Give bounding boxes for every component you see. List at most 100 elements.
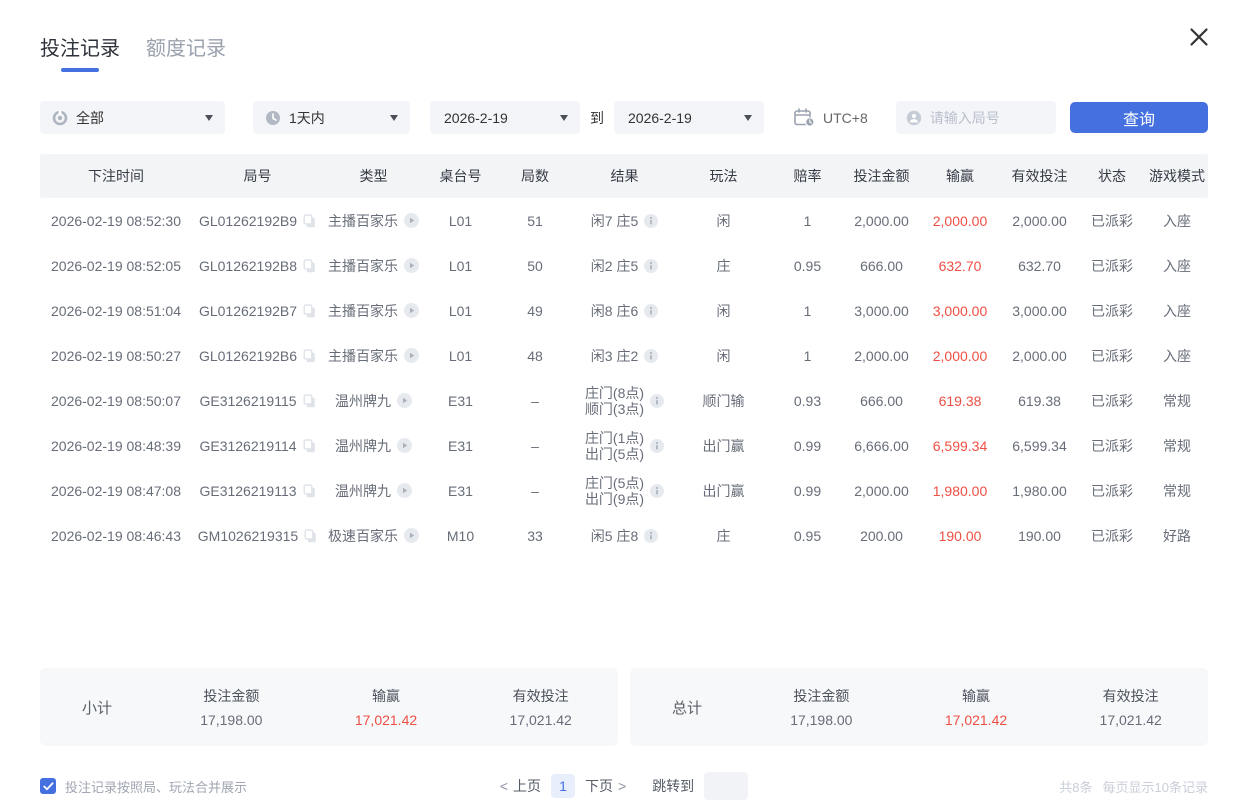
table-row: 2026-02-19 08:50:27GL01262192B6主播百家乐L014… [40, 333, 1208, 378]
play-icon[interactable] [404, 348, 419, 363]
play-icon[interactable] [397, 438, 412, 453]
game-mode: 常规 [1146, 483, 1208, 499]
play-icon[interactable] [404, 258, 419, 273]
info-icon[interactable] [650, 394, 664, 408]
bet-time-value: 2026-02-19 08:46:43 [51, 528, 181, 544]
play-type: 庄 [676, 528, 771, 544]
game-type: 温州牌九 [323, 483, 424, 499]
table-number-value: L01 [449, 258, 472, 274]
round-id-value: GE3126219115 [199, 393, 296, 409]
info-icon[interactable] [644, 259, 658, 273]
game-mode-value: 入座 [1163, 258, 1191, 274]
close-icon[interactable] [1188, 26, 1212, 50]
odds: 1 [771, 303, 844, 319]
next-page-button[interactable]: 下页 > [585, 776, 626, 796]
tab-betting-records[interactable]: 投注记录 [40, 32, 120, 72]
bet-amount: 2,000.00 [844, 483, 919, 499]
round-count: – [497, 483, 573, 499]
status: 已派彩 [1078, 213, 1146, 229]
result-cell-value: 闲3 庄2 [591, 348, 638, 364]
bet-amount: 666.00 [844, 393, 919, 409]
column-header: 状态 [1078, 166, 1146, 186]
game-type: 极速百家乐 [323, 528, 424, 544]
table-number-value: L01 [449, 303, 472, 319]
round-id: GL01262192B8 [192, 258, 323, 274]
bet-time: 2026-02-19 08:52:30 [40, 213, 192, 229]
category-select[interactable]: 全部 [40, 101, 225, 134]
bet-amount: 2,000.00 [844, 348, 919, 364]
odds-value: 0.93 [794, 393, 821, 409]
status-value: 已派彩 [1091, 213, 1133, 229]
jump-to-input[interactable] [704, 772, 748, 800]
game-type-value: 主播百家乐 [328, 348, 398, 364]
bet-time: 2026-02-19 08:50:07 [40, 393, 192, 409]
date-to-picker[interactable]: 2026-2-19 [614, 101, 764, 134]
game-mode-value: 好路 [1163, 528, 1191, 544]
column-header: 下注时间 [40, 166, 192, 186]
total-count: 共8条 [1059, 777, 1092, 796]
result-cell-value: 闲7 庄5 [591, 213, 638, 229]
game-type-value: 温州牌九 [335, 393, 391, 409]
play-icon[interactable] [404, 528, 419, 543]
betting-records-modal: 投注记录 额度记录 全部 1天内 2026-2-19 到 2026-2 [0, 0, 1248, 804]
odds: 0.99 [771, 438, 844, 454]
table-number-value: E31 [448, 438, 473, 454]
page-number[interactable]: 1 [551, 774, 575, 798]
valid-bet-value: 6,599.34 [1012, 438, 1067, 454]
copy-icon[interactable] [303, 484, 316, 498]
column-header: 投注金额 [844, 166, 919, 186]
table-number: E31 [424, 438, 497, 454]
info-icon[interactable] [650, 439, 664, 453]
status-circle-icon [52, 110, 68, 126]
info-icon[interactable] [644, 529, 658, 543]
game-type-value: 主播百家乐 [328, 258, 398, 274]
valid-bet-value: 190.00 [1018, 528, 1061, 544]
copy-icon[interactable] [303, 394, 316, 408]
tab-quota-records[interactable]: 额度记录 [146, 32, 226, 61]
column-header: 赔率 [771, 166, 844, 186]
prev-page-button[interactable]: < 上页 [500, 776, 541, 796]
copy-icon[interactable] [303, 349, 316, 363]
result-cell-value: 庄门(5点)出门(9点) [585, 475, 644, 507]
info-icon[interactable] [644, 349, 658, 363]
copy-icon[interactable] [304, 529, 317, 543]
merge-records-checkbox[interactable] [40, 778, 56, 794]
column-header: 结果 [573, 166, 676, 186]
table-number-value: M10 [447, 528, 474, 544]
copy-icon[interactable] [303, 214, 316, 228]
play-type-value: 出门赢 [703, 483, 745, 499]
column-header: 输赢 [919, 166, 1001, 186]
total-label: 总计 [630, 697, 744, 718]
play-icon[interactable] [404, 213, 419, 228]
game-type-value: 极速百家乐 [328, 528, 398, 544]
copy-icon[interactable] [303, 439, 316, 453]
result-cell-value: 庄门(1点)出门(5点) [585, 430, 644, 462]
game-mode-value: 入座 [1163, 303, 1191, 319]
round-id: GL01262192B7 [192, 303, 323, 319]
tab-bar: 投注记录 额度记录 [40, 0, 1208, 72]
time-range-select[interactable]: 1天内 [253, 101, 410, 134]
odds-value: 0.99 [794, 438, 821, 454]
copy-icon[interactable] [303, 304, 316, 318]
play-icon[interactable] [397, 393, 412, 408]
info-icon[interactable] [644, 304, 658, 318]
play-icon[interactable] [404, 303, 419, 318]
bet-time-value: 2026-02-19 08:48:39 [51, 438, 181, 454]
play-icon[interactable] [397, 483, 412, 498]
date-from-picker[interactable]: 2026-2-19 [430, 101, 580, 134]
round-count: – [497, 393, 573, 409]
query-button[interactable]: 查询 [1070, 102, 1208, 133]
round-count: 50 [497, 258, 573, 274]
odds: 1 [771, 213, 844, 229]
table-header-row: 下注时间局号类型桌台号局数结果玩法赔率投注金额输赢有效投注状态游戏模式 [40, 154, 1208, 198]
round-search-input[interactable] [930, 110, 1048, 126]
game-type: 主播百家乐 [323, 258, 424, 274]
info-icon[interactable] [644, 214, 658, 228]
win-loss-value: 1,980.00 [933, 483, 988, 499]
round-count: 51 [497, 213, 573, 229]
info-icon[interactable] [650, 484, 664, 498]
copy-icon[interactable] [303, 259, 316, 273]
calendar-clock-icon[interactable] [794, 108, 815, 127]
round-count-value: – [531, 483, 539, 499]
win-loss-value: 190.00 [939, 528, 982, 544]
